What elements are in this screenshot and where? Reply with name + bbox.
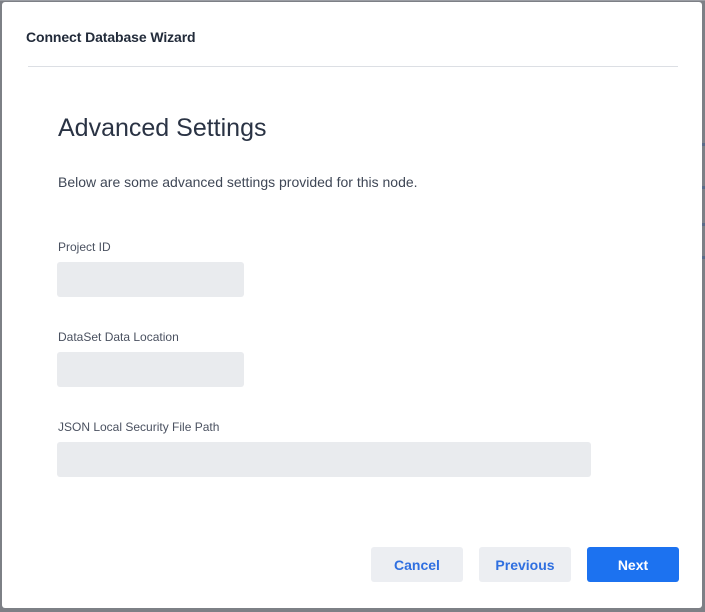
dataset-location-input[interactable]	[57, 352, 244, 387]
previous-button[interactable]: Previous	[479, 547, 571, 582]
section-description: Below are some advanced settings provide…	[58, 174, 418, 190]
next-button[interactable]: Next	[587, 547, 679, 582]
cancel-button[interactable]: Cancel	[371, 547, 463, 582]
section-title: Advanced Settings	[58, 114, 267, 142]
dialog-title: Connect Database Wizard	[26, 29, 196, 45]
json-security-path-label: JSON Local Security File Path	[58, 420, 220, 434]
project-id-input[interactable]	[57, 262, 244, 297]
dataset-location-label: DataSet Data Location	[58, 330, 179, 344]
header-divider	[28, 66, 678, 67]
connect-database-dialog: Connect Database Wizard Advanced Setting…	[2, 2, 702, 608]
project-id-label: Project ID	[58, 240, 111, 254]
json-security-path-input[interactable]	[57, 442, 591, 477]
background-divider	[0, 0, 705, 1]
